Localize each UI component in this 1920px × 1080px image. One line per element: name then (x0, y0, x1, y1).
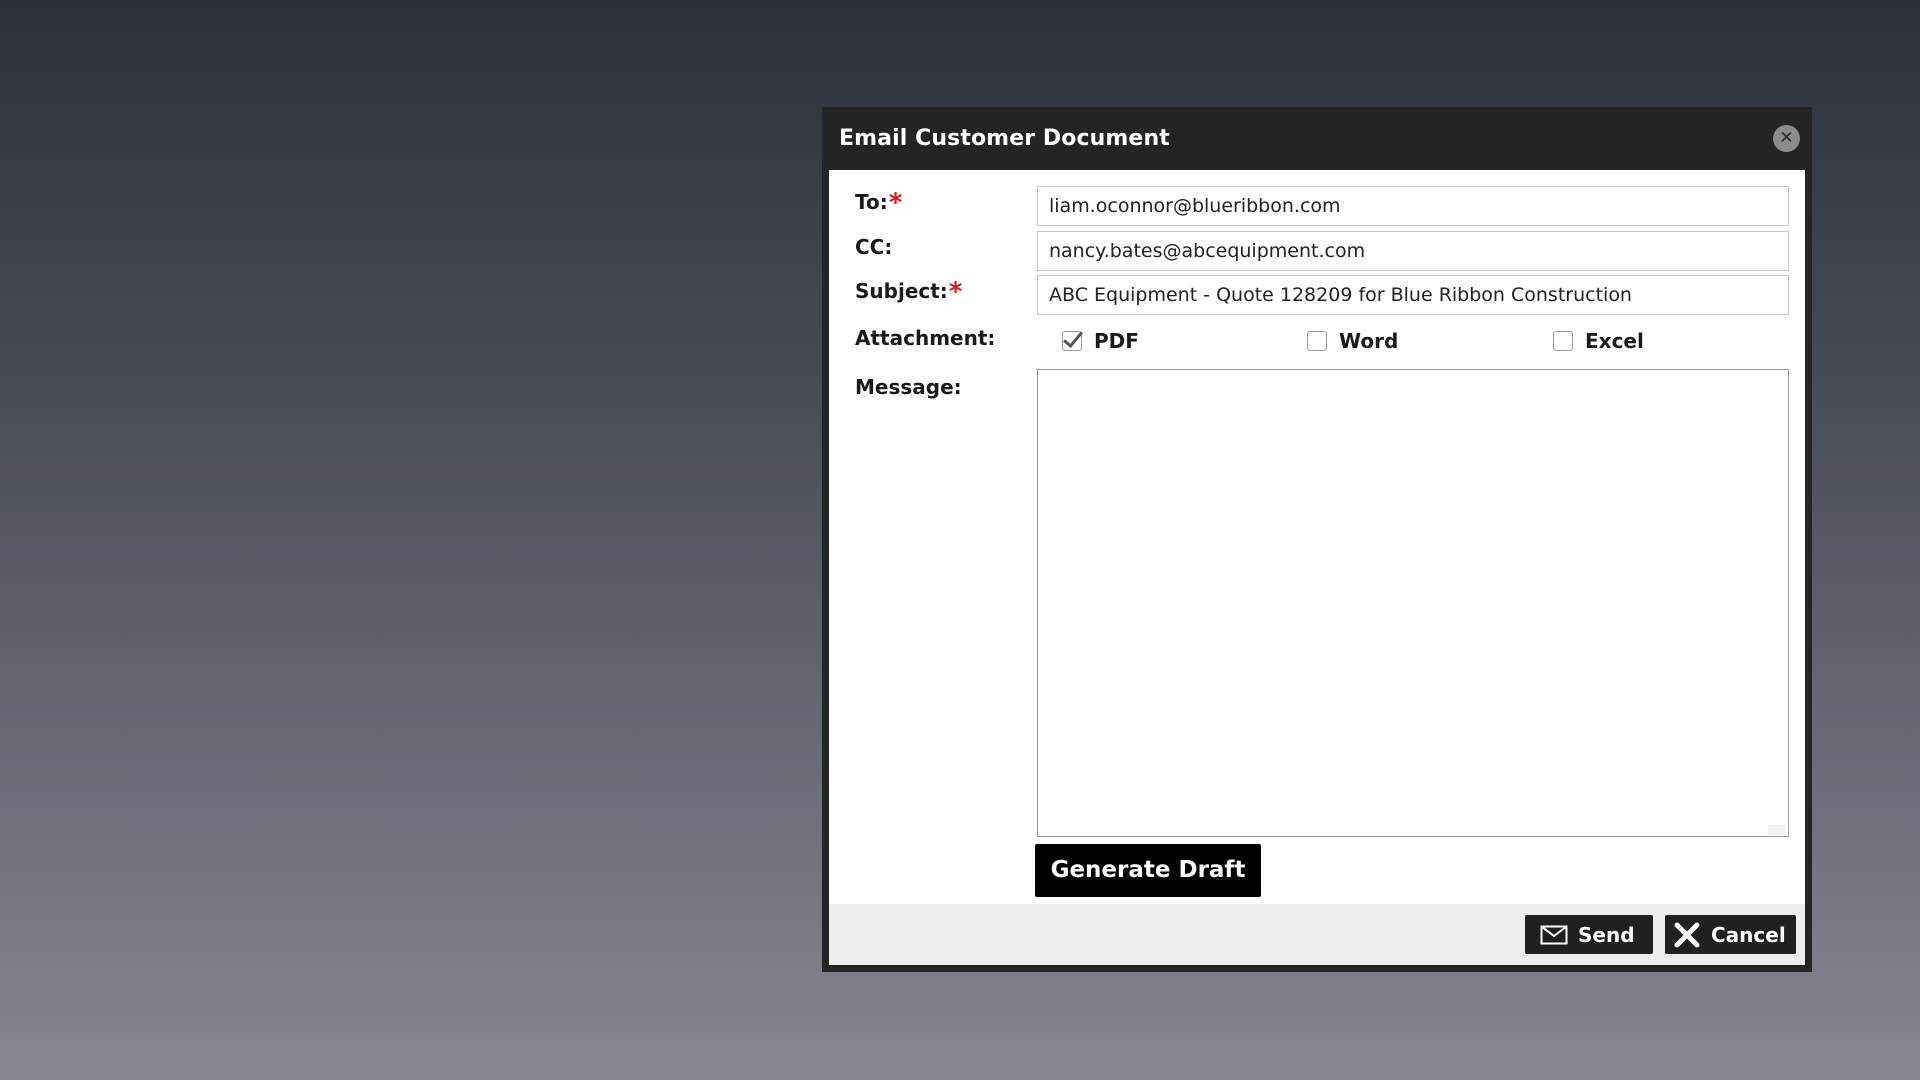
subject-label-text: Subject: (855, 279, 948, 303)
attachment-label: Attachment: (855, 326, 996, 350)
to-field[interactable] (1037, 186, 1789, 226)
subject-required-asterisk: * (948, 277, 963, 307)
pdf-checkbox[interactable] (1062, 331, 1082, 351)
to-label-text: To: (855, 190, 888, 214)
dialog-titlebar: Email Customer Document ✕ (822, 107, 1812, 170)
email-customer-document-dialog: Email Customer Document ✕ To:* CC: Subje… (822, 107, 1812, 972)
generate-draft-button[interactable]: Generate Draft (1035, 844, 1261, 897)
subject-label: Subject:* (855, 279, 962, 305)
to-required-asterisk: * (888, 188, 903, 218)
envelope-icon (1540, 925, 1568, 945)
attachment-option-excel[interactable]: Excel (1553, 329, 1644, 353)
subject-field[interactable] (1037, 275, 1789, 315)
message-textarea[interactable] (1037, 369, 1789, 837)
cc-label: CC: (855, 235, 893, 259)
excel-checkbox[interactable] (1553, 331, 1573, 351)
close-icon[interactable]: ✕ (1773, 125, 1800, 152)
word-label: Word (1339, 329, 1399, 353)
dialog-footer: Send Cancel (829, 904, 1805, 965)
send-button[interactable]: Send (1525, 915, 1653, 954)
cancel-label: Cancel (1711, 922, 1786, 947)
attachment-option-word[interactable]: Word (1307, 329, 1398, 353)
textarea-resize-handle[interactable] (1768, 825, 1786, 835)
message-label: Message: (855, 375, 962, 399)
send-label: Send (1578, 922, 1635, 947)
attachment-option-pdf[interactable]: PDF (1062, 329, 1139, 353)
cancel-button[interactable]: Cancel (1665, 915, 1796, 954)
cc-field[interactable] (1037, 231, 1789, 271)
dialog-title: Email Customer Document (839, 126, 1170, 151)
pdf-label: PDF (1094, 329, 1139, 353)
excel-label: Excel (1585, 329, 1644, 353)
x-icon (1673, 921, 1701, 949)
to-label: To:* (855, 190, 902, 216)
word-checkbox[interactable] (1307, 331, 1327, 351)
